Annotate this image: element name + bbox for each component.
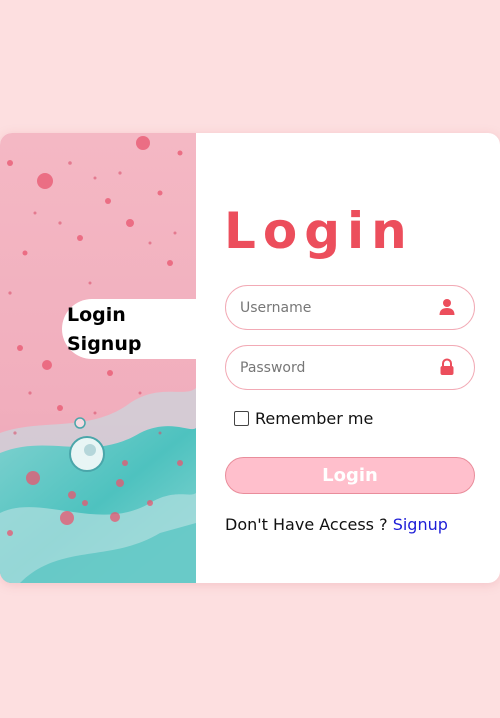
username-input[interactable]	[240, 286, 435, 329]
access-prompt: Don't Have Access ? Signup	[225, 515, 448, 534]
remember-label: Remember me	[255, 409, 374, 428]
form-switch-tabs: Login Signup	[62, 299, 196, 359]
tab-signup[interactable]: Signup	[67, 330, 196, 359]
password-field[interactable]	[225, 345, 475, 390]
signup-link[interactable]: Signup	[393, 515, 448, 534]
username-field[interactable]	[225, 285, 475, 330]
decorative-art: Login Signup	[0, 133, 196, 583]
tab-login[interactable]: Login	[67, 301, 196, 330]
password-input[interactable]	[240, 346, 435, 389]
form-title: Login	[224, 202, 414, 260]
user-icon	[439, 299, 455, 315]
access-text: Don't Have Access ?	[225, 515, 393, 534]
login-card: Login Signup Login Remember me Login	[0, 133, 500, 583]
login-form: Login Remember me Login Don't Have Acces…	[196, 133, 500, 583]
login-button[interactable]: Login	[225, 457, 475, 494]
remember-me[interactable]: Remember me	[234, 409, 373, 428]
lock-icon	[440, 358, 454, 375]
remember-checkbox[interactable]	[234, 411, 249, 426]
